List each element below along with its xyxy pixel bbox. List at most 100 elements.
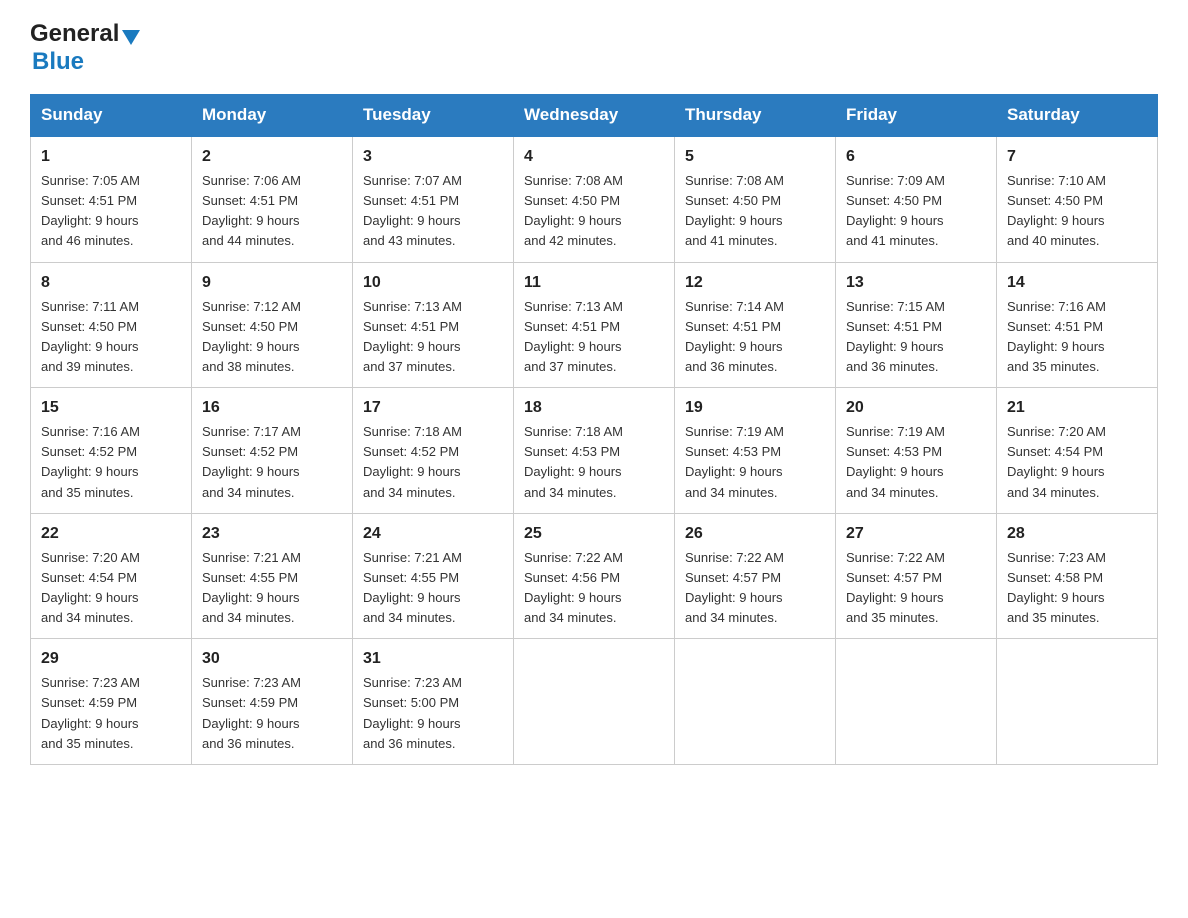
day-info: Sunrise: 7:05 AMSunset: 4:51 PMDaylight:… xyxy=(41,171,181,252)
day-number: 5 xyxy=(685,145,825,169)
day-number: 27 xyxy=(846,522,986,546)
calendar-cell: 6Sunrise: 7:09 AMSunset: 4:50 PMDaylight… xyxy=(836,136,997,262)
day-number: 2 xyxy=(202,145,342,169)
day-number: 31 xyxy=(363,647,503,671)
weekday-header-thursday: Thursday xyxy=(675,95,836,137)
day-info: Sunrise: 7:22 AMSunset: 4:57 PMDaylight:… xyxy=(685,548,825,629)
day-info: Sunrise: 7:16 AMSunset: 4:52 PMDaylight:… xyxy=(41,422,181,503)
day-number: 6 xyxy=(846,145,986,169)
logo: General Blue xyxy=(30,20,140,76)
calendar-cell: 16Sunrise: 7:17 AMSunset: 4:52 PMDayligh… xyxy=(192,388,353,514)
day-number: 1 xyxy=(41,145,181,169)
day-info: Sunrise: 7:21 AMSunset: 4:55 PMDaylight:… xyxy=(202,548,342,629)
day-number: 25 xyxy=(524,522,664,546)
calendar-table: SundayMondayTuesdayWednesdayThursdayFrid… xyxy=(30,94,1158,765)
day-number: 9 xyxy=(202,271,342,295)
calendar-cell: 19Sunrise: 7:19 AMSunset: 4:53 PMDayligh… xyxy=(675,388,836,514)
logo-general-text: General xyxy=(30,20,119,48)
calendar-cell: 23Sunrise: 7:21 AMSunset: 4:55 PMDayligh… xyxy=(192,513,353,639)
day-number: 4 xyxy=(524,145,664,169)
day-number: 8 xyxy=(41,271,181,295)
weekday-header-friday: Friday xyxy=(836,95,997,137)
day-info: Sunrise: 7:12 AMSunset: 4:50 PMDaylight:… xyxy=(202,297,342,378)
calendar-cell: 3Sunrise: 7:07 AMSunset: 4:51 PMDaylight… xyxy=(353,136,514,262)
day-info: Sunrise: 7:17 AMSunset: 4:52 PMDaylight:… xyxy=(202,422,342,503)
day-info: Sunrise: 7:16 AMSunset: 4:51 PMDaylight:… xyxy=(1007,297,1147,378)
day-info: Sunrise: 7:20 AMSunset: 4:54 PMDaylight:… xyxy=(1007,422,1147,503)
day-number: 17 xyxy=(363,396,503,420)
calendar-week-row: 15Sunrise: 7:16 AMSunset: 4:52 PMDayligh… xyxy=(31,388,1158,514)
calendar-cell: 31Sunrise: 7:23 AMSunset: 5:00 PMDayligh… xyxy=(353,639,514,765)
day-number: 26 xyxy=(685,522,825,546)
day-info: Sunrise: 7:13 AMSunset: 4:51 PMDaylight:… xyxy=(363,297,503,378)
day-info: Sunrise: 7:10 AMSunset: 4:50 PMDaylight:… xyxy=(1007,171,1147,252)
day-number: 30 xyxy=(202,647,342,671)
day-number: 28 xyxy=(1007,522,1147,546)
weekday-header-tuesday: Tuesday xyxy=(353,95,514,137)
calendar-cell: 22Sunrise: 7:20 AMSunset: 4:54 PMDayligh… xyxy=(31,513,192,639)
day-number: 20 xyxy=(846,396,986,420)
day-info: Sunrise: 7:20 AMSunset: 4:54 PMDaylight:… xyxy=(41,548,181,629)
day-number: 23 xyxy=(202,522,342,546)
calendar-cell xyxy=(675,639,836,765)
calendar-cell: 11Sunrise: 7:13 AMSunset: 4:51 PMDayligh… xyxy=(514,262,675,388)
day-info: Sunrise: 7:08 AMSunset: 4:50 PMDaylight:… xyxy=(524,171,664,252)
weekday-header-monday: Monday xyxy=(192,95,353,137)
weekday-header-saturday: Saturday xyxy=(997,95,1158,137)
day-info: Sunrise: 7:18 AMSunset: 4:53 PMDaylight:… xyxy=(524,422,664,503)
calendar-week-row: 29Sunrise: 7:23 AMSunset: 4:59 PMDayligh… xyxy=(31,639,1158,765)
day-number: 3 xyxy=(363,145,503,169)
calendar-cell: 27Sunrise: 7:22 AMSunset: 4:57 PMDayligh… xyxy=(836,513,997,639)
calendar-week-row: 1Sunrise: 7:05 AMSunset: 4:51 PMDaylight… xyxy=(31,136,1158,262)
day-info: Sunrise: 7:21 AMSunset: 4:55 PMDaylight:… xyxy=(363,548,503,629)
day-info: Sunrise: 7:15 AMSunset: 4:51 PMDaylight:… xyxy=(846,297,986,378)
day-number: 12 xyxy=(685,271,825,295)
calendar-cell: 7Sunrise: 7:10 AMSunset: 4:50 PMDaylight… xyxy=(997,136,1158,262)
day-info: Sunrise: 7:07 AMSunset: 4:51 PMDaylight:… xyxy=(363,171,503,252)
calendar-cell: 28Sunrise: 7:23 AMSunset: 4:58 PMDayligh… xyxy=(997,513,1158,639)
day-info: Sunrise: 7:18 AMSunset: 4:52 PMDaylight:… xyxy=(363,422,503,503)
calendar-cell: 20Sunrise: 7:19 AMSunset: 4:53 PMDayligh… xyxy=(836,388,997,514)
day-number: 15 xyxy=(41,396,181,420)
day-info: Sunrise: 7:23 AMSunset: 4:59 PMDaylight:… xyxy=(202,673,342,754)
calendar-cell: 29Sunrise: 7:23 AMSunset: 4:59 PMDayligh… xyxy=(31,639,192,765)
calendar-cell: 1Sunrise: 7:05 AMSunset: 4:51 PMDaylight… xyxy=(31,136,192,262)
calendar-cell: 21Sunrise: 7:20 AMSunset: 4:54 PMDayligh… xyxy=(997,388,1158,514)
day-info: Sunrise: 7:23 AMSunset: 5:00 PMDaylight:… xyxy=(363,673,503,754)
day-info: Sunrise: 7:14 AMSunset: 4:51 PMDaylight:… xyxy=(685,297,825,378)
calendar-cell: 17Sunrise: 7:18 AMSunset: 4:52 PMDayligh… xyxy=(353,388,514,514)
calendar-cell: 10Sunrise: 7:13 AMSunset: 4:51 PMDayligh… xyxy=(353,262,514,388)
day-info: Sunrise: 7:22 AMSunset: 4:56 PMDaylight:… xyxy=(524,548,664,629)
day-info: Sunrise: 7:22 AMSunset: 4:57 PMDaylight:… xyxy=(846,548,986,629)
calendar-cell: 8Sunrise: 7:11 AMSunset: 4:50 PMDaylight… xyxy=(31,262,192,388)
calendar-cell: 30Sunrise: 7:23 AMSunset: 4:59 PMDayligh… xyxy=(192,639,353,765)
day-info: Sunrise: 7:23 AMSunset: 4:59 PMDaylight:… xyxy=(41,673,181,754)
calendar-cell: 14Sunrise: 7:16 AMSunset: 4:51 PMDayligh… xyxy=(997,262,1158,388)
day-number: 22 xyxy=(41,522,181,546)
day-info: Sunrise: 7:08 AMSunset: 4:50 PMDaylight:… xyxy=(685,171,825,252)
calendar-cell: 12Sunrise: 7:14 AMSunset: 4:51 PMDayligh… xyxy=(675,262,836,388)
weekday-header-row: SundayMondayTuesdayWednesdayThursdayFrid… xyxy=(31,95,1158,137)
calendar-cell xyxy=(997,639,1158,765)
day-number: 10 xyxy=(363,271,503,295)
calendar-cell: 15Sunrise: 7:16 AMSunset: 4:52 PMDayligh… xyxy=(31,388,192,514)
day-info: Sunrise: 7:06 AMSunset: 4:51 PMDaylight:… xyxy=(202,171,342,252)
day-info: Sunrise: 7:13 AMSunset: 4:51 PMDaylight:… xyxy=(524,297,664,378)
calendar-cell xyxy=(514,639,675,765)
calendar-week-row: 8Sunrise: 7:11 AMSunset: 4:50 PMDaylight… xyxy=(31,262,1158,388)
calendar-cell: 4Sunrise: 7:08 AMSunset: 4:50 PMDaylight… xyxy=(514,136,675,262)
weekday-header-wednesday: Wednesday xyxy=(514,95,675,137)
day-info: Sunrise: 7:19 AMSunset: 4:53 PMDaylight:… xyxy=(846,422,986,503)
calendar-cell: 18Sunrise: 7:18 AMSunset: 4:53 PMDayligh… xyxy=(514,388,675,514)
calendar-cell: 9Sunrise: 7:12 AMSunset: 4:50 PMDaylight… xyxy=(192,262,353,388)
logo-arrow-icon xyxy=(122,30,140,45)
day-number: 24 xyxy=(363,522,503,546)
day-info: Sunrise: 7:11 AMSunset: 4:50 PMDaylight:… xyxy=(41,297,181,378)
logo-blue-text: Blue xyxy=(32,48,84,75)
weekday-header-sunday: Sunday xyxy=(31,95,192,137)
calendar-cell: 5Sunrise: 7:08 AMSunset: 4:50 PMDaylight… xyxy=(675,136,836,262)
day-info: Sunrise: 7:23 AMSunset: 4:58 PMDaylight:… xyxy=(1007,548,1147,629)
page-header: General Blue xyxy=(30,20,1158,76)
calendar-cell: 13Sunrise: 7:15 AMSunset: 4:51 PMDayligh… xyxy=(836,262,997,388)
calendar-cell: 26Sunrise: 7:22 AMSunset: 4:57 PMDayligh… xyxy=(675,513,836,639)
